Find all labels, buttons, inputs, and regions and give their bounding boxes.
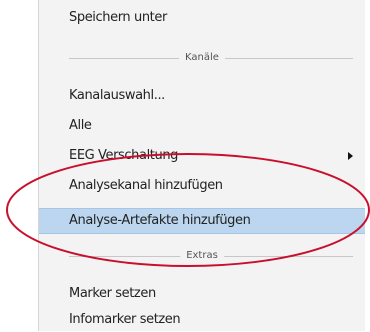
menu-item-label: Kanalauswahl... bbox=[69, 88, 165, 103]
menu-item-label: Analysekanal hinzufügen bbox=[69, 178, 223, 193]
menu-item-label: Alle bbox=[69, 118, 92, 133]
menu-item-label: Marker setzen bbox=[69, 286, 156, 301]
context-menu: Speichern unter Kanäle Kanalauswahl... A… bbox=[38, 0, 365, 331]
menu-item-label: Infomarker setzen bbox=[69, 312, 181, 327]
menu-item-add-analysis-channel[interactable]: Analysekanal hinzufügen bbox=[39, 174, 365, 198]
section-separator-channels: Kanäle bbox=[39, 50, 365, 66]
menu-item-set-marker[interactable]: Marker setzen bbox=[39, 282, 365, 306]
section-separator-extras: Extras bbox=[39, 248, 365, 264]
menu-item-save-as[interactable]: Speichern unter bbox=[39, 6, 365, 30]
menu-item-all[interactable]: Alle bbox=[39, 114, 365, 138]
menu-item-set-info-marker[interactable]: Infomarker setzen bbox=[39, 308, 365, 332]
menu-item-label: EEG Verschaltung bbox=[69, 148, 179, 163]
submenu-arrow-icon bbox=[348, 152, 353, 160]
menu-item-add-analysis-artifacts[interactable]: Analyse-Artefakte hinzufügen bbox=[39, 208, 365, 234]
menu-item-label: Analyse-Artefakte hinzufügen bbox=[69, 213, 251, 228]
section-label-extras: Extras bbox=[180, 248, 224, 264]
section-label-channels: Kanäle bbox=[179, 50, 225, 66]
menu-item-eeg-montage[interactable]: EEG Verschaltung bbox=[39, 144, 365, 168]
menu-item-channel-selection[interactable]: Kanalauswahl... bbox=[39, 84, 365, 108]
menu-item-label: Speichern unter bbox=[69, 10, 167, 25]
